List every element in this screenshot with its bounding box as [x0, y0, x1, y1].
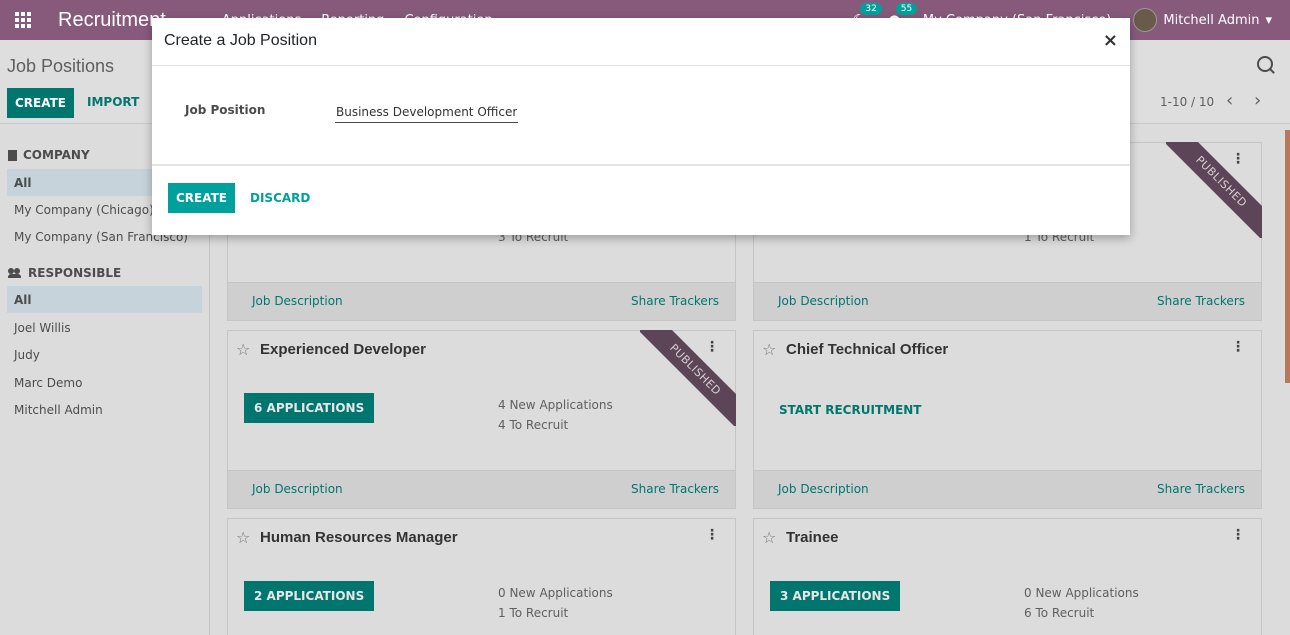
job-description-link[interactable]: Job Description: [252, 482, 343, 496]
job-description-link[interactable]: Job Description: [778, 482, 869, 496]
published-ribbon: PUBLISHED: [1166, 142, 1262, 238]
share-trackers-link[interactable]: Share Trackers: [1157, 482, 1245, 496]
card-footer: Job Description Share Trackers: [754, 282, 1261, 320]
dialog-title: Create a Job Position: [164, 32, 317, 49]
card-footer: Job Description Share Trackers: [228, 470, 735, 508]
scrollbar-thumb[interactable]: [1285, 130, 1290, 383]
job-position-input[interactable]: [335, 101, 518, 123]
dialog-body: Job Position: [152, 66, 1130, 166]
job-stats: 4 New Applications 4 To Recruit: [498, 395, 613, 435]
create-job-position-dialog: Create a Job Position × Job Position CRE…: [152, 18, 1130, 235]
applications-button[interactable]: 2 APPLICATIONS: [244, 581, 375, 611]
job-title[interactable]: Trainee: [786, 529, 839, 546]
to-recruit-count: 1 To Recruit: [498, 606, 569, 620]
job-card[interactable]: ☆ Chief Technical Officer ⋮ START RECRUI…: [753, 330, 1262, 509]
job-title[interactable]: Human Resources Manager: [260, 529, 458, 546]
star-icon[interactable]: ☆: [762, 528, 776, 547]
job-card[interactable]: PUBLISHED ☆ Experienced Developer ⋮ 6 AP…: [227, 330, 736, 509]
star-icon[interactable]: ☆: [236, 340, 250, 359]
card-footer: Job Description Share Trackers: [228, 282, 735, 320]
caret-down-icon: ▾: [1265, 12, 1272, 28]
start-recruitment-button[interactable]: START RECRUITMENT: [779, 403, 922, 417]
job-stats: 0 New Applications 6 To Recruit: [1024, 583, 1139, 623]
job-card[interactable]: ☆ Human Resources Manager ⋮ 2 APPLICATIO…: [227, 518, 736, 635]
dialog-create-button[interactable]: CREATE: [168, 183, 235, 213]
user-name: Mitchell Admin: [1163, 12, 1260, 28]
applications-button[interactable]: 3 APPLICATIONS: [770, 581, 901, 611]
responsible-header-label: RESPONSIBLE: [28, 266, 122, 280]
responsible-filter-joel-willis[interactable]: Joel Willis: [7, 314, 202, 341]
close-icon[interactable]: ×: [1103, 30, 1118, 51]
published-ribbon-label: PUBLISHED: [1166, 142, 1262, 238]
responsible-filter-judy[interactable]: Judy: [7, 341, 202, 368]
import-button[interactable]: IMPORT: [87, 95, 139, 109]
share-trackers-link[interactable]: Share Trackers: [631, 294, 719, 308]
job-card[interactable]: ☆ Trainee ⋮ 3 APPLICATIONS 0 New Applica…: [753, 518, 1262, 635]
card-footer: Job Description Share Trackers: [754, 470, 1261, 508]
user-menu[interactable]: Mitchell Admin ▾: [1133, 8, 1272, 32]
pager-next-icon[interactable]: ›: [1254, 90, 1261, 111]
responsible-filter-all[interactable]: All: [7, 286, 202, 313]
published-ribbon-label: PUBLISHED: [640, 330, 736, 426]
job-stats: 0 New Applications 1 To Recruit: [498, 583, 613, 623]
star-icon[interactable]: ☆: [762, 340, 776, 359]
new-applications-count[interactable]: 0 New Applications: [1024, 583, 1139, 603]
new-applications-count[interactable]: 4 New Applications: [498, 395, 613, 415]
job-description-link[interactable]: Job Description: [252, 294, 343, 308]
card-menu-icon[interactable]: ⋮: [1231, 151, 1245, 167]
share-trackers-link[interactable]: Share Trackers: [631, 482, 719, 496]
applications-button[interactable]: 6 APPLICATIONS: [244, 393, 375, 423]
breadcrumb: Job Positions: [7, 56, 115, 76]
job-description-link[interactable]: Job Description: [778, 294, 869, 308]
dialog-discard-button[interactable]: DISCARD: [250, 191, 310, 205]
to-recruit-count: 4 To Recruit: [498, 418, 569, 432]
company-header: COMPANY: [8, 148, 90, 162]
users-icon: [8, 268, 22, 278]
published-ribbon: PUBLISHED: [640, 330, 736, 426]
dialog-header: Create a Job Position ×: [152, 18, 1130, 66]
job-title[interactable]: Chief Technical Officer: [786, 341, 948, 358]
card-menu-icon[interactable]: ⋮: [1231, 527, 1245, 543]
apps-menu-icon[interactable]: [0, 0, 46, 40]
share-trackers-link[interactable]: Share Trackers: [1157, 294, 1245, 308]
to-recruit-count: 6 To Recruit: [1024, 606, 1095, 620]
responsible-filter-mitchell-admin[interactable]: Mitchell Admin: [7, 396, 202, 423]
pager-previous-icon[interactable]: ‹: [1226, 90, 1233, 111]
job-position-label: Job Position: [185, 103, 266, 117]
pager-value[interactable]: 1-10 / 10: [1160, 95, 1214, 109]
responsible-filter-marc-demo[interactable]: Marc Demo: [7, 369, 202, 396]
avatar: [1133, 8, 1158, 32]
search-icon[interactable]: [1257, 56, 1273, 72]
job-title[interactable]: Experienced Developer: [260, 341, 426, 358]
star-icon[interactable]: ☆: [236, 528, 250, 547]
building-icon: [8, 149, 17, 161]
activity-count-badge: 32: [860, 3, 882, 15]
messages-count-badge: 55: [895, 3, 918, 15]
responsible-header: RESPONSIBLE: [8, 266, 121, 280]
create-button[interactable]: CREATE: [7, 88, 74, 118]
card-menu-icon[interactable]: ⋮: [705, 527, 719, 543]
company-header-label: COMPANY: [23, 148, 90, 162]
card-menu-icon[interactable]: ⋮: [1231, 339, 1245, 355]
app-title[interactable]: Recruitment: [58, 9, 166, 32]
new-applications-count[interactable]: 0 New Applications: [498, 583, 613, 603]
card-menu-icon[interactable]: ⋮: [705, 339, 719, 355]
